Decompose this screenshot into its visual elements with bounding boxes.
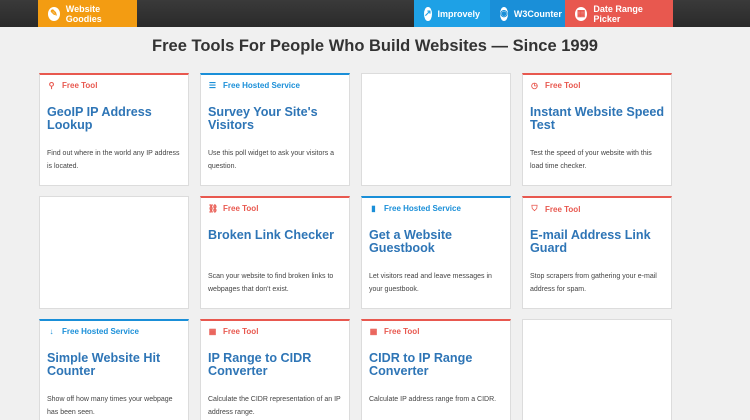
- card-tag: ☰ Free Hosted Service: [208, 81, 300, 90]
- w3counter-label: W3Counter: [513, 8, 562, 19]
- card-tag: ⛓ Free Tool: [208, 204, 258, 213]
- calendar-icon: ▦: [575, 6, 588, 21]
- map-pin-icon: ⚲: [48, 81, 55, 90]
- card-survey-visitors[interactable]: ☰ Free Hosted Service Survey Your Site's …: [200, 73, 350, 186]
- card-tag: ▮ Free Hosted Service: [369, 204, 461, 213]
- card-tag: ⛉ Free Tool: [530, 204, 581, 214]
- w3counter-button[interactable]: ◉ W3Counter: [490, 0, 565, 27]
- card-tag-label: Free Tool: [545, 204, 581, 214]
- card-empty: [522, 319, 672, 420]
- top-navigation-bar: ✎ Website Goodies ↗ Improvely ◉ W3Counte…: [0, 0, 750, 27]
- card-guestbook[interactable]: ▮ Free Hosted Service Get a Website Guest…: [361, 196, 511, 309]
- card-hit-counter[interactable]: ↓ Free Hosted Service Simple Website Hit …: [39, 319, 189, 420]
- card-tag: ▦ Free Tool: [208, 327, 259, 336]
- card-tag: ◷ Free Tool: [530, 81, 580, 90]
- clock-icon: ◷: [531, 81, 538, 90]
- shield-icon: ⛉: [531, 204, 538, 213]
- card-tag: ⚲ Free Tool: [47, 81, 98, 90]
- card-tag-label: Free Tool: [223, 327, 259, 336]
- page-title: Free Tools For People Who Build Websites…: [152, 37, 598, 55]
- card-description: Calculate IP address range from a CIDR.: [369, 396, 497, 403]
- date-range-picker-label: Date Range Picker: [593, 3, 643, 24]
- card-empty: [39, 196, 189, 309]
- card-description: Calculate the CIDR representation of an …: [208, 396, 341, 416]
- broken-link-icon: ⛓: [208, 204, 219, 213]
- card-tag-label: Free Hosted Service: [223, 81, 300, 90]
- sort-numeric-icon: ↓: [49, 327, 54, 336]
- card-description: Let visitors read and leave messages in …: [369, 273, 492, 293]
- card-title[interactable]: CIDR to IP Range Converter: [369, 352, 509, 378]
- card-title[interactable]: Get a Website Guestbook: [369, 229, 509, 255]
- date-range-picker-button[interactable]: ▦ Date Range Picker: [565, 0, 673, 27]
- card-cidr-to-ip-range[interactable]: ▦ Free Tool CIDR to IP Range Converter Ca…: [361, 319, 511, 420]
- calculator-icon: ▦: [369, 327, 378, 336]
- card-empty: [361, 73, 511, 186]
- book-icon: ▮: [371, 204, 376, 213]
- card-title[interactable]: E-mail Address Link Guard: [530, 229, 670, 255]
- card-description: Test the speed of your website with this…: [530, 150, 652, 170]
- card-description: Stop scrapers from gathering your e-mail…: [530, 273, 657, 293]
- chart-icon: ↗: [424, 6, 432, 21]
- card-tag-label: Free Tool: [384, 327, 420, 336]
- list-icon: ☰: [208, 81, 217, 90]
- website-goodies-label: Website Goodies: [65, 3, 102, 24]
- card-tag-label: Free Tool: [545, 81, 581, 90]
- calculator-icon: ▦: [208, 327, 217, 336]
- card-ip-range-to-cidr[interactable]: ▦ Free Tool IP Range to CIDR Converter Ca…: [200, 319, 350, 420]
- card-description: Use this poll widget to ask your visitor…: [208, 150, 335, 170]
- card-tag: ↓ Free Hosted Service: [47, 327, 139, 336]
- website-goodies-button[interactable]: ✎ Website Goodies: [38, 0, 137, 27]
- card-tag-label: Free Hosted Service: [62, 327, 139, 336]
- card-description: Find out where in the world any IP addre…: [47, 150, 180, 170]
- improvely-label: Improvely: [437, 8, 481, 19]
- card-title[interactable]: GeoIP IP Address Lookup: [47, 106, 187, 132]
- card-title[interactable]: Survey Your Site's Visitors: [208, 106, 348, 132]
- card-tag-label: Free Tool: [62, 81, 98, 90]
- wand-icon: ✎: [48, 6, 60, 21]
- card-title[interactable]: IP Range to CIDR Converter: [208, 352, 348, 378]
- card-title[interactable]: Simple Website Hit Counter: [47, 352, 187, 378]
- card-description: Scan your website to find broken links t…: [208, 273, 334, 293]
- card-title[interactable]: Broken Link Checker: [208, 229, 348, 242]
- improvely-button[interactable]: ↗ Improvely: [414, 0, 490, 27]
- card-geoip-lookup[interactable]: ⚲ Free Tool GeoIP IP Address Lookup Find …: [39, 73, 189, 186]
- card-broken-link-checker[interactable]: ⛓ Free Tool Broken Link Checker Scan your…: [200, 196, 350, 309]
- eye-icon: ◉: [500, 6, 508, 21]
- card-email-link-guard[interactable]: ⛉ Free Tool E-mail Address Link Guard Sto…: [522, 196, 672, 309]
- card-speed-test[interactable]: ◷ Free Tool Instant Website Speed Test Te…: [522, 73, 672, 186]
- card-tag: ▦ Free Tool: [369, 327, 420, 336]
- card-tag-label: Free Hosted Service: [384, 204, 461, 213]
- card-tag-label: Free Tool: [223, 204, 259, 213]
- card-description: Show off how many times your webpage has…: [47, 396, 173, 416]
- card-title[interactable]: Instant Website Speed Test: [530, 106, 670, 132]
